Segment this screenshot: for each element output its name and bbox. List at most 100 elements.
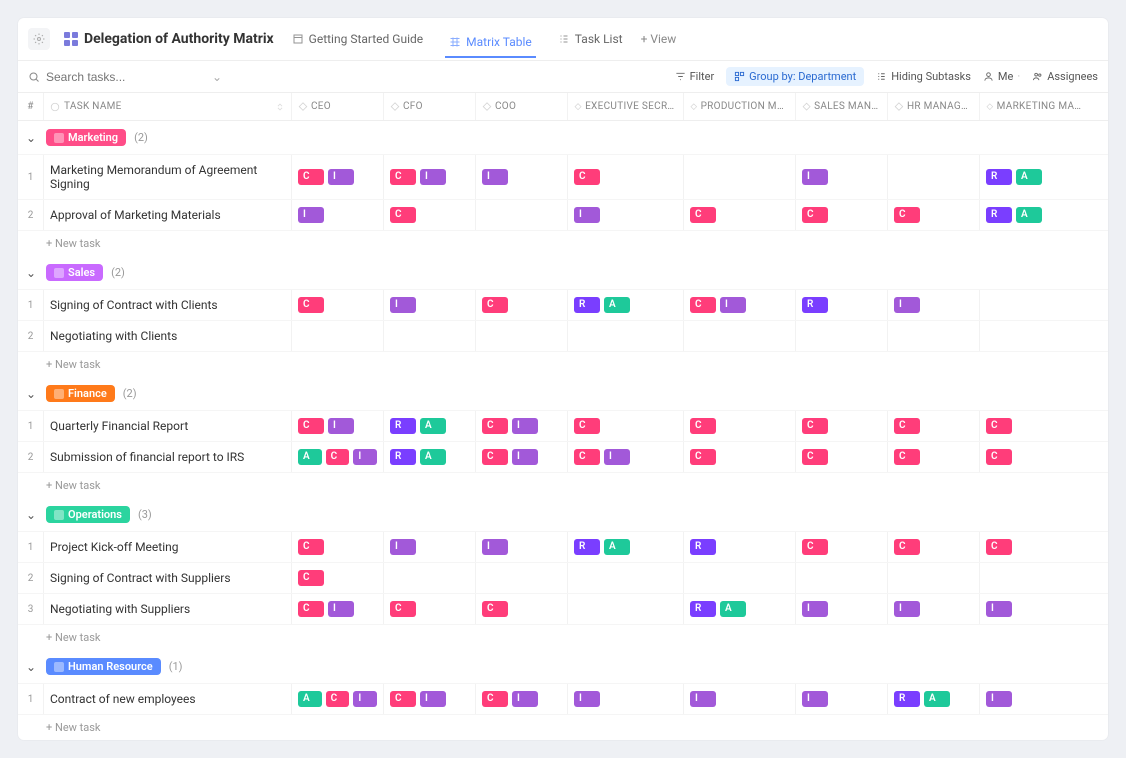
dept-pill[interactable]: Finance [46, 385, 115, 402]
new-task-button[interactable]: + New task [18, 231, 1108, 256]
chevron-down-icon[interactable]: ⌄ [24, 387, 38, 401]
group-by-button[interactable]: Group by: Department [726, 67, 864, 86]
tab-task-list[interactable]: Task List [554, 26, 627, 52]
raci-r[interactable]: R [690, 601, 716, 617]
raci-c[interactable]: C [690, 449, 716, 465]
raci-cell[interactable]: C [888, 411, 980, 441]
raci-c[interactable]: C [390, 691, 416, 707]
raci-cell[interactable]: C [888, 532, 980, 562]
raci-i[interactable]: I [328, 601, 354, 617]
group-header[interactable]: ⌄Operations(3) [18, 498, 1108, 532]
raci-cell[interactable]: C [888, 442, 980, 472]
raci-c[interactable]: C [298, 601, 324, 617]
raci-cell[interactable] [980, 290, 1088, 320]
raci-i[interactable]: I [390, 297, 416, 313]
raci-cell[interactable]: RA [568, 290, 684, 320]
raci-cell[interactable]: I [476, 155, 568, 199]
raci-cell[interactable]: C [684, 442, 796, 472]
raci-cell[interactable] [684, 321, 796, 351]
col-role-header[interactable]: SALES MANA... [796, 93, 888, 120]
col-role-header[interactable]: EXECUTIVE SECRETARY [568, 93, 684, 120]
raci-cell[interactable]: C [980, 411, 1088, 441]
task-name[interactable]: Approval of Marketing Materials [44, 200, 292, 230]
raci-a[interactable]: A [1016, 169, 1042, 185]
raci-a[interactable]: A [604, 539, 630, 555]
raci-cell[interactable]: CI [476, 442, 568, 472]
raci-c[interactable]: C [390, 207, 416, 223]
task-name[interactable]: Project Kick-off Meeting [44, 532, 292, 562]
raci-cell[interactable] [568, 563, 684, 593]
new-task-button[interactable]: + New task [18, 473, 1108, 498]
raci-c[interactable]: C [894, 418, 920, 434]
raci-i[interactable]: I [986, 601, 1012, 617]
raci-cell[interactable]: I [568, 200, 684, 230]
raci-r[interactable]: R [986, 207, 1012, 223]
raci-cell[interactable]: C [476, 290, 568, 320]
raci-cell[interactable]: C [384, 200, 476, 230]
raci-i[interactable]: I [802, 169, 828, 185]
raci-c[interactable]: C [482, 601, 508, 617]
group-header[interactable]: ⌄Human Resource(1) [18, 650, 1108, 684]
raci-i[interactable]: I [802, 601, 828, 617]
col-role-header[interactable]: PRODUCTION MANAGER [684, 93, 796, 120]
raci-c[interactable]: C [894, 207, 920, 223]
raci-cell[interactable]: I [796, 684, 888, 714]
raci-c[interactable]: C [986, 539, 1012, 555]
raci-c[interactable]: C [298, 169, 324, 185]
raci-cell[interactable]: CI [476, 411, 568, 441]
raci-cell[interactable]: CI [384, 684, 476, 714]
raci-cell[interactable]: I [888, 290, 980, 320]
raci-cell[interactable]: CI [292, 594, 384, 624]
raci-cell[interactable]: CI [684, 290, 796, 320]
raci-i[interactable]: I [482, 539, 508, 555]
raci-cell[interactable]: I [980, 684, 1088, 714]
task-name[interactable]: Signing of Contract with Clients [44, 290, 292, 320]
col-role-header[interactable]: HR MANAGER [888, 93, 980, 120]
task-row[interactable]: 2Approval of Marketing MaterialsICICCCRA [18, 200, 1108, 231]
chevron-down-icon[interactable]: ⌄ [24, 131, 38, 145]
raci-i[interactable]: I [420, 691, 446, 707]
raci-cell[interactable]: CI [292, 411, 384, 441]
raci-i[interactable]: I [512, 449, 538, 465]
raci-cell[interactable]: R [796, 290, 888, 320]
task-name[interactable]: Signing of Contract with Suppliers [44, 563, 292, 593]
raci-cell[interactable]: RA [888, 684, 980, 714]
chevron-down-icon[interactable]: ⌄ [212, 70, 222, 84]
raci-cell[interactable]: CI [476, 684, 568, 714]
raci-cell[interactable] [476, 321, 568, 351]
raci-i[interactable]: I [390, 539, 416, 555]
raci-cell[interactable]: RA [384, 442, 476, 472]
raci-c[interactable]: C [482, 297, 508, 313]
raci-cell[interactable]: C [292, 290, 384, 320]
raci-c[interactable]: C [802, 539, 828, 555]
raci-a[interactable]: A [298, 691, 322, 707]
raci-i[interactable]: I [512, 691, 538, 707]
filter-button[interactable]: Filter [675, 70, 715, 83]
task-row[interactable]: 3Negotiating with SuppliersCICCRAIII [18, 594, 1108, 625]
raci-a[interactable]: A [720, 601, 746, 617]
task-row[interactable]: 1Marketing Memorandum of Agreement Signi… [18, 155, 1108, 200]
raci-cell[interactable]: ACI [292, 442, 384, 472]
raci-cell[interactable]: CI [384, 155, 476, 199]
raci-r[interactable]: R [986, 169, 1012, 185]
col-role-header[interactable]: CFO [384, 93, 476, 120]
raci-cell[interactable] [476, 200, 568, 230]
raci-cell[interactable]: C [476, 594, 568, 624]
raci-cell[interactable]: I [888, 594, 980, 624]
search-input[interactable] [46, 70, 166, 84]
raci-cell[interactable]: RA [384, 411, 476, 441]
raci-c[interactable]: C [390, 601, 416, 617]
raci-cell[interactable]: I [684, 684, 796, 714]
raci-i[interactable]: I [720, 297, 746, 313]
raci-cell[interactable]: CI [292, 155, 384, 199]
raci-i[interactable]: I [986, 691, 1012, 707]
raci-c[interactable]: C [802, 418, 828, 434]
raci-cell[interactable]: C [568, 155, 684, 199]
raci-cell[interactable] [384, 321, 476, 351]
chevron-down-icon[interactable]: ⌄ [24, 508, 38, 522]
raci-i[interactable]: I [894, 601, 920, 617]
raci-cell[interactable]: C [384, 594, 476, 624]
add-view-button[interactable]: + View [641, 32, 677, 46]
raci-c[interactable]: C [482, 691, 508, 707]
raci-a[interactable]: A [924, 691, 950, 707]
